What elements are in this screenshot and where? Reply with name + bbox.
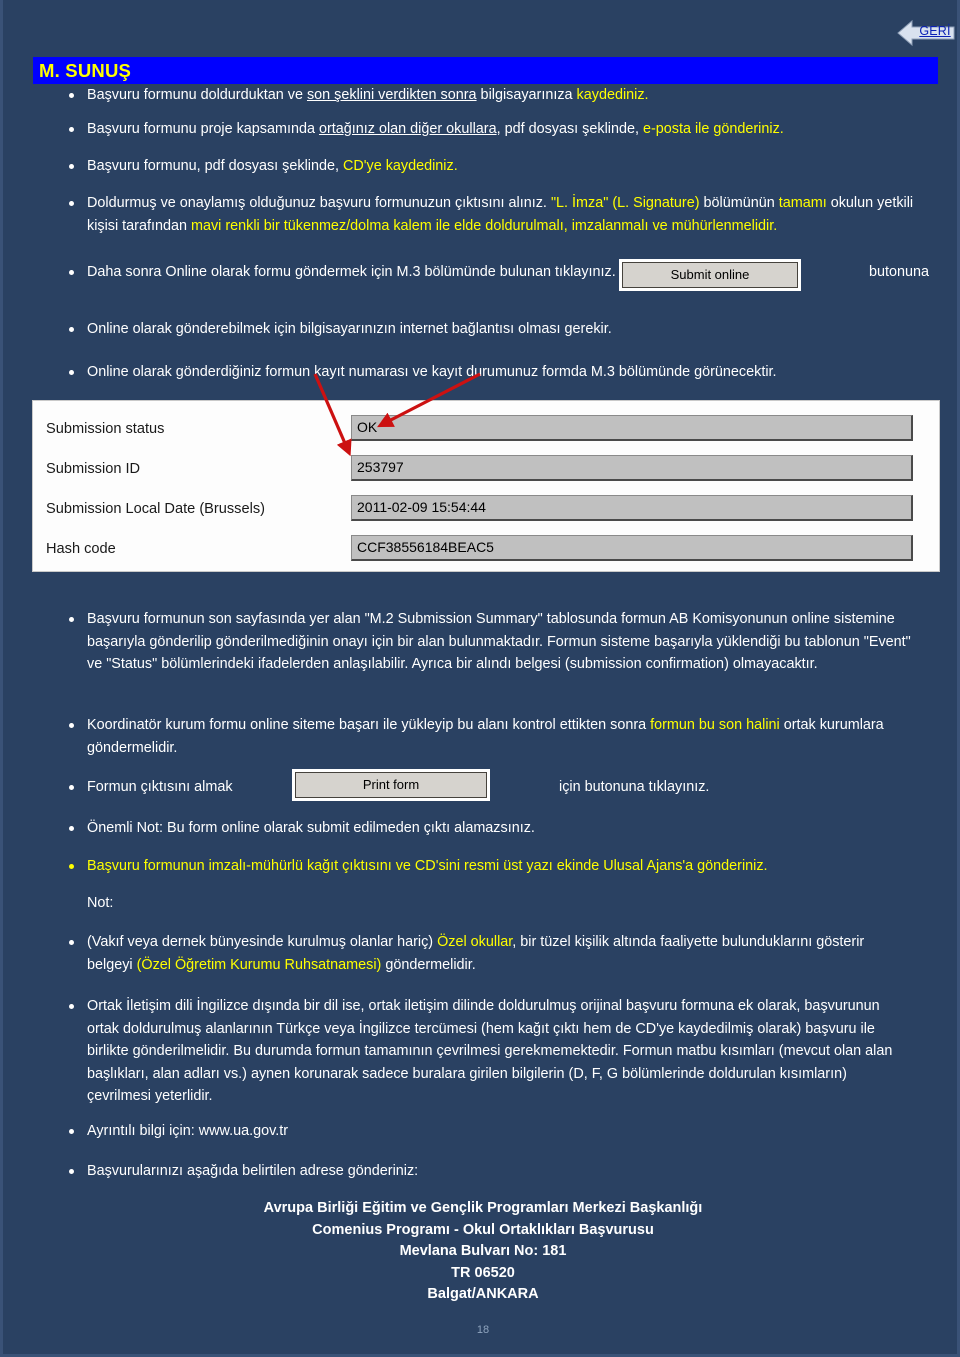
- text-run: Özel okullar: [437, 934, 513, 950]
- bullet-list-item-group: Formun çıktısını almak: [65, 776, 913, 799]
- bullet-submission-summary-table: Başvuru formunun son sayfasında yer alan…: [65, 608, 913, 676]
- submission-local-date-label: Submission Local Date (Brussels): [46, 501, 265, 517]
- back-button-label: GERİ: [919, 24, 951, 38]
- submission-id-label: Submission ID: [46, 461, 141, 477]
- print-form-button[interactable]: Print form: [295, 772, 487, 798]
- text-run: Başvuru formunu, pdf dosyası şeklinde,: [87, 158, 343, 174]
- slide-canvas: GERİ M. SUNUŞ Başvuru formunu doldurdukt…: [0, 0, 960, 1357]
- note-label: Not:: [87, 895, 114, 911]
- page-number: 18: [476, 1324, 490, 1336]
- bullet-more-info-website: Ayrıntılı bilgi için: www.ua.gov.tr: [65, 1120, 913, 1143]
- bullet-internet-required: Online olarak gönderebilmek için bilgisa…: [65, 318, 925, 341]
- address-line: Mevlana Bulvarı No: 181: [399, 1243, 567, 1259]
- address-line: Balgat/ANKARA: [427, 1286, 539, 1302]
- text-run: Ayrıntılı bilgi için: www.ua.gov.tr: [87, 1123, 289, 1139]
- bullet-list-item-group: (Vakıf veya dernek bünyesinde kurulmuş o…: [65, 931, 913, 976]
- bullet-record-number-visible: Online olarak gönderdiğiniz formun kayıt…: [65, 361, 925, 384]
- bullet-list-item-group: Başvuru formunun imzalı-mühürlü kağıt çı…: [65, 855, 913, 878]
- bullet-signature-section: Doldurmuş ve onaylamış olduğunuz başvuru…: [65, 192, 925, 237]
- address-line: Avrupa Birliği Eğitim ve Gençlik Program…: [263, 1200, 703, 1216]
- bullet-list-item-group: Ayrıntılı bilgi için: www.ua.gov.tr: [65, 1120, 913, 1143]
- text-run: kaydediniz.: [576, 87, 649, 103]
- text-run: Koordinatör kurum formu online siteme ba…: [87, 717, 651, 733]
- text-run: Başvuru formunu doldurduktan ve: [87, 87, 307, 103]
- submission-status-panel: Submission status OK Submission ID 25379…: [32, 400, 940, 572]
- text-run: Daha sonra Online olarak formu göndermek…: [87, 264, 616, 280]
- text-run: bölümünün: [703, 195, 779, 211]
- text-run: (Vakıf veya dernek bünyesinde kurulmuş o…: [87, 934, 438, 950]
- bullet-list-item-group: Doldurmuş ve onaylamış olduğunuz başvuru…: [65, 192, 925, 237]
- bullet-translation-requirements: Ortak İletişim dili İngilizce dışında bi…: [65, 995, 913, 1108]
- text-run: Formun çıktısını almak: [87, 779, 233, 795]
- submission-row-local-date: Submission Local Date (Brussels) 2011-02…: [33, 495, 939, 523]
- text-run: Önemli Not: Bu form online olarak submit…: [87, 820, 535, 836]
- submission-row-status: Submission status OK: [33, 415, 939, 443]
- section-title: M. SUNUŞ: [33, 57, 938, 84]
- bullet-list-item-group: Online olarak gönderdiğiniz formun kayıt…: [65, 361, 925, 384]
- bullet-list-item-group: Başvuru formunu, pdf dosyası şeklinde, C…: [65, 155, 925, 178]
- bullet-private-schools: (Vakıf veya dernek bünyesinde kurulmuş o…: [65, 931, 913, 976]
- submission-local-date-field[interactable]: 2011-02-09 15:54:44: [351, 495, 913, 521]
- address-line: TR 06520: [451, 1264, 515, 1281]
- text-run: Online olarak gönderebilmek için bilgisa…: [87, 321, 612, 337]
- text-run: mavi renkli bir tükenmez/dolma kalem ile…: [190, 217, 778, 234]
- address-line: Comenius Programı - Okul Ortaklıkları Ba…: [312, 1221, 654, 1238]
- text-run: tamamı: [778, 195, 831, 211]
- text-run: Doldurmuş ve onaylamış olduğunuz başvuru…: [87, 195, 551, 211]
- bullet-list-item-group: Başvurularınızı aşağıda belirtilen adres…: [65, 1160, 913, 1183]
- bullet-save-to-cd: Başvuru formunu, pdf dosyası şeklinde, C…: [65, 155, 925, 178]
- bullet-email-partners: Başvuru formunu proje kapsamında ortağın…: [65, 118, 925, 141]
- text-run: Online olarak gönderdiğiniz formun kayıt…: [87, 364, 777, 380]
- text-run: Başvuru formunun son sayfasında yer alan…: [87, 611, 911, 672]
- bullet-send-to-national-agency: Başvuru formunun imzalı-mühürlü kağıt çı…: [65, 855, 913, 878]
- bullet-list-item-group: Başvuru formunun son sayfasında yer alan…: [65, 608, 913, 676]
- text-run: (Özel Öğretim Kurumu Ruhsatnamesi): [136, 956, 382, 973]
- submission-row-hash: Hash code CCF38556184BEAC5: [33, 535, 939, 563]
- text-run: , pdf dosyası şeklinde,: [496, 121, 643, 137]
- bullet-list-item-group: Başvuru formunu proje kapsamında ortağın…: [65, 118, 925, 141]
- text-run: bilgisayarınıza: [476, 87, 577, 103]
- text-run: göndermelidir.: [381, 956, 476, 973]
- print-form-trailing-text: için butonuna tıklayınız.: [559, 779, 710, 795]
- bullet-save-to-computer: Başvuru formunu doldurduktan ve son şekl…: [65, 84, 925, 107]
- text-run: formun bu son halini: [650, 717, 780, 733]
- text-run: ortağınız olan diğer okullara: [318, 121, 497, 137]
- submission-status-field[interactable]: OK: [351, 415, 913, 441]
- text-run: e-posta ile gönderiniz.: [642, 121, 784, 137]
- bullet-list-item-group: Başvuru formunu doldurduktan ve son şekl…: [65, 84, 925, 107]
- submission-id-field[interactable]: 253797: [351, 455, 913, 481]
- submit-online-button[interactable]: Submit online: [622, 262, 798, 288]
- text-run: Başvuru formunu proje kapsamında: [87, 121, 319, 137]
- bullet-list-item-group: Online olarak gönderebilmek için bilgisa…: [65, 318, 925, 341]
- text-run: Başvuru formunun imzalı-mühürlü kağıt çı…: [87, 858, 768, 874]
- bullet-list-item-group: Koordinatör kurum formu online siteme ba…: [65, 714, 913, 759]
- bullet-coordinator-send-final: Koordinatör kurum formu online siteme ba…: [65, 714, 913, 759]
- submission-row-id: Submission ID 253797: [33, 455, 939, 483]
- back-button[interactable]: GERİ: [896, 16, 956, 50]
- submission-status-label: Submission status: [46, 421, 165, 437]
- bullet-list-item-group: Ortak İletişim dili İngilizce dışında bi…: [65, 995, 913, 1108]
- bullet-important-note: Önemli Not: Bu form online olarak submit…: [65, 817, 913, 840]
- bullet-print-form-instruction: Formun çıktısını almak: [65, 776, 913, 799]
- text-run: Ortak İletişim dili İngilizce dışında bi…: [87, 998, 893, 1104]
- text-run: "L. İmza" (L. Signature): [550, 195, 704, 211]
- hash-code-label: Hash code: [46, 541, 116, 557]
- bullet-submit-online-instruction: Daha sonra Online olarak formu göndermek…: [65, 261, 625, 284]
- submit-online-trailing-word: butonuna: [869, 264, 930, 280]
- address-block: Avrupa Birliği Eğitim ve Gençlik Program…: [3, 1198, 960, 1306]
- text-run: CD'ye kaydediniz.: [342, 158, 458, 174]
- bullet-send-applications-address: Başvurularınızı aşağıda belirtilen adres…: [65, 1160, 913, 1183]
- bullet-list-item-group: Önemli Not: Bu form online olarak submit…: [65, 817, 913, 840]
- text-run: son şeklini verdikten sonra: [306, 87, 477, 103]
- text-run: Başvurularınızı aşağıda belirtilen adres…: [87, 1163, 419, 1179]
- bullet-list-item-group: Daha sonra Online olarak formu göndermek…: [65, 261, 625, 284]
- hash-code-field[interactable]: CCF38556184BEAC5: [351, 535, 913, 561]
